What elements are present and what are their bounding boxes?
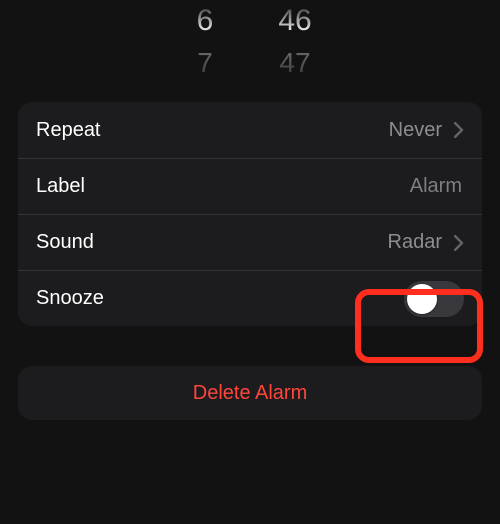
minute-selected: 47 (255, 42, 335, 84)
snooze-row: Snooze (18, 270, 482, 326)
label-value: Alarm (410, 175, 462, 198)
label-row[interactable]: Label Alarm (18, 158, 482, 214)
snooze-label: Snooze (36, 287, 104, 310)
repeat-row[interactable]: Repeat Never (18, 102, 482, 158)
time-picker[interactable]: 6 7 8 46 47 48 (110, 0, 390, 100)
snooze-toggle[interactable] (404, 281, 464, 317)
sound-label: Sound (36, 231, 94, 254)
minute-wheel[interactable]: 46 47 48 (255, 0, 335, 100)
chevron-right-icon (454, 235, 464, 251)
hour-next: 8 (165, 88, 245, 100)
chevron-right-icon (454, 122, 464, 138)
hour-prev: 6 (165, 0, 245, 42)
minute-next: 48 (255, 88, 335, 100)
minute-prev: 46 (255, 0, 335, 42)
alarm-settings-card: Repeat Never Label Alarm Sound Radar Sno… (18, 102, 482, 326)
sound-row[interactable]: Sound Radar (18, 214, 482, 270)
toggle-knob (407, 284, 437, 314)
hour-selected: 7 (165, 42, 245, 84)
label-label: Label (36, 175, 85, 198)
delete-alarm-button[interactable]: Delete Alarm (18, 366, 482, 420)
hour-wheel[interactable]: 6 7 8 (165, 0, 245, 100)
repeat-label: Repeat (36, 119, 101, 142)
sound-value: Radar (388, 231, 442, 254)
repeat-value: Never (389, 119, 442, 142)
